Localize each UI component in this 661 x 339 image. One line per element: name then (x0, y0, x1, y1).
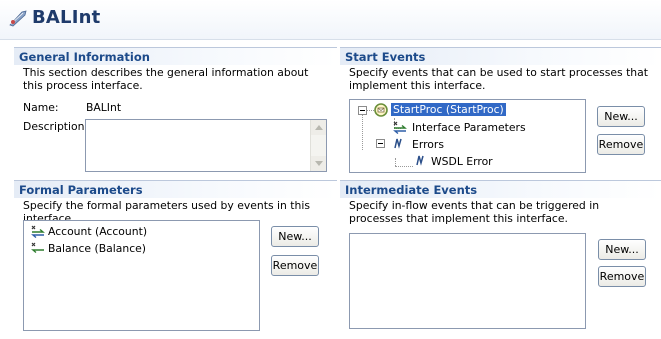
new-start-event-button[interactable]: New... (597, 106, 645, 127)
parameter-in-out-icon (31, 225, 45, 238)
section-header: Formal Parameters (14, 180, 337, 198)
general-information-section: General Information This section describ… (14, 47, 337, 177)
new-intermediate-event-button[interactable]: New... (598, 239, 646, 260)
scroll-down-button[interactable] (311, 156, 326, 171)
tree-item-label: WSDL Error (431, 155, 493, 168)
formal-parameters-list[interactable]: Account (Account) Balance (Balance) (23, 220, 260, 331)
section-title: Start Events (345, 50, 426, 64)
arrow-up-icon (315, 125, 323, 130)
description-label: Description: (23, 120, 89, 133)
description-field[interactable] (85, 119, 327, 172)
tree-item-label: StartProc (StartProc) (391, 103, 506, 116)
new-parameter-button[interactable]: New... (271, 226, 319, 247)
error-icon (416, 155, 424, 166)
collapse-toggle[interactable] (376, 139, 385, 148)
list-item[interactable]: Account (Account) (48, 224, 147, 239)
tree-item-wsdl-error[interactable]: WSDL Error (431, 154, 493, 169)
interface-feather-icon (9, 10, 27, 27)
list-item-label: Balance (Balance) (48, 242, 146, 255)
intermediate-events-list[interactable] (349, 233, 586, 329)
start-events-section: Start Events Specify events that can be … (340, 47, 661, 177)
tree-connector (362, 114, 363, 150)
section-description: Specify events that can be used to start… (349, 66, 649, 92)
scroll-up-button[interactable] (311, 120, 326, 135)
formal-parameters-section: Formal Parameters Specify the formal par… (14, 180, 337, 339)
section-header: General Information (14, 47, 337, 65)
name-label: Name: (23, 101, 59, 114)
interface-parameters-icon (393, 121, 407, 134)
page-title: BALInt (32, 7, 101, 28)
tree-connector (395, 158, 396, 166)
tree-item-startproc[interactable]: StartProc (StartProc) (391, 102, 506, 117)
description-scrollbar[interactable] (310, 120, 326, 171)
tree-item-interface-parameters[interactable]: Interface Parameters (412, 120, 526, 135)
section-header: Intermediate Events (340, 180, 661, 198)
name-value: BALInt (86, 101, 122, 114)
tree-connector (395, 166, 413, 167)
tree-item-label: Errors (412, 138, 444, 151)
error-icon (394, 138, 402, 149)
arrow-down-icon (315, 161, 323, 166)
tree-item-errors[interactable]: Errors (412, 137, 444, 152)
remove-start-event-button[interactable]: Remove (597, 134, 645, 155)
list-item-label: Account (Account) (48, 225, 148, 238)
remove-parameter-button[interactable]: Remove (271, 255, 319, 276)
tree-item-label: Interface Parameters (412, 121, 526, 134)
section-header: Start Events (340, 47, 661, 65)
intermediate-events-section: Intermediate Events Specify in-flow even… (340, 180, 661, 339)
list-item[interactable]: Balance (Balance) (48, 241, 146, 256)
section-description: This section describes the general infor… (23, 66, 309, 92)
section-title: Formal Parameters (19, 183, 143, 197)
section-title: Intermediate Events (345, 183, 478, 197)
collapse-toggle[interactable] (358, 106, 367, 115)
section-title: General Information (19, 50, 150, 64)
remove-intermediate-event-button[interactable]: Remove (598, 266, 646, 287)
tree-connector (367, 110, 374, 111)
parameter-out-icon (31, 242, 44, 254)
start-event-icon (374, 103, 388, 117)
section-description: Specify in-flow events that can be trigg… (349, 199, 600, 225)
start-events-tree[interactable]: StartProc (StartProc) Interface Paramete… (349, 99, 586, 173)
editor-header: BALInt (0, 0, 661, 40)
